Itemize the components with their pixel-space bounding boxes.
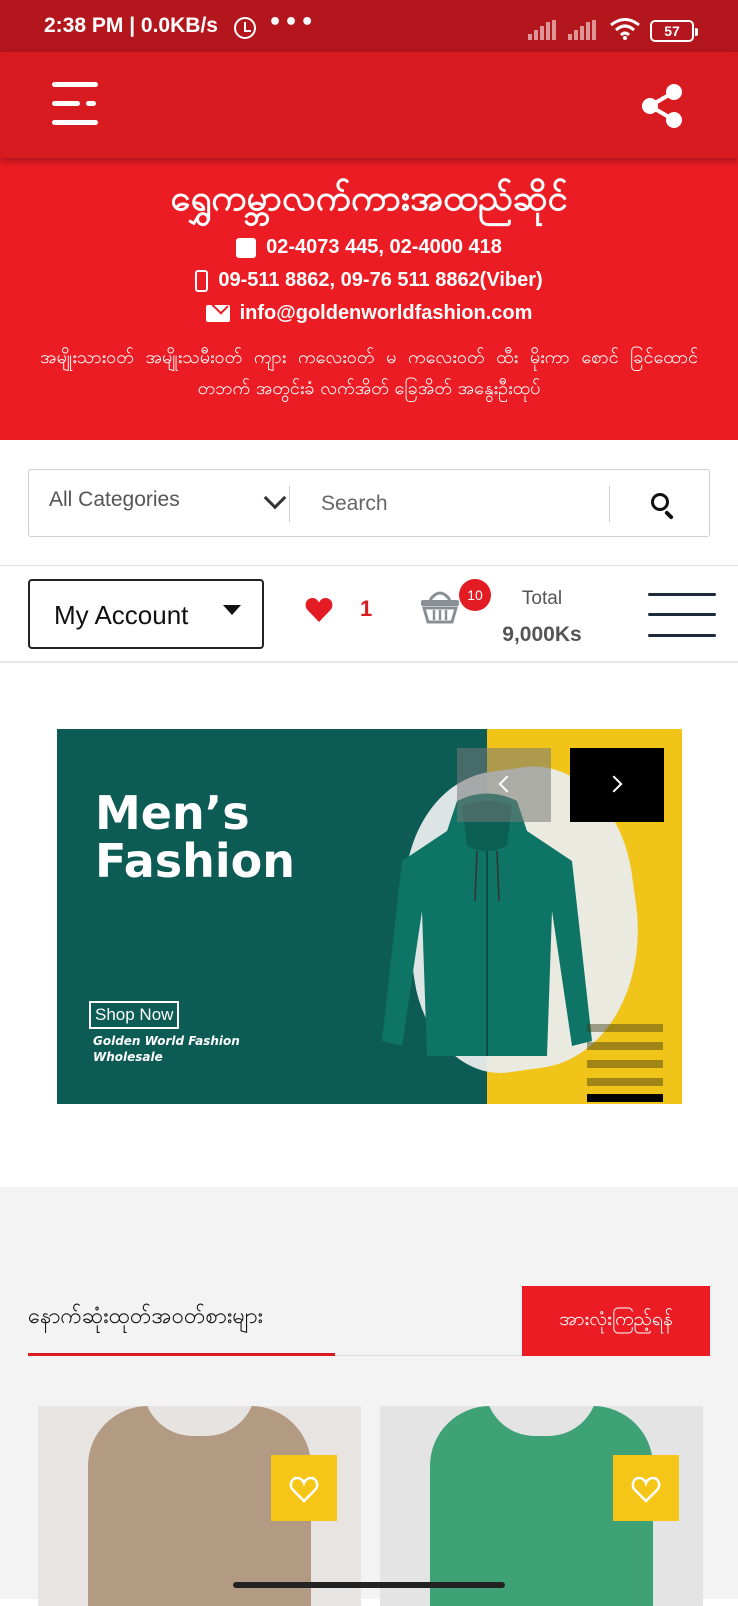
carousel-prev-button[interactable] <box>457 748 551 822</box>
total-value: 9,000Ks <box>502 623 582 646</box>
banner-title: Men’s Fashion <box>95 786 296 888</box>
search-input[interactable] <box>319 484 619 524</box>
my-account-dropdown[interactable]: My Account <box>28 579 264 649</box>
status-bar: 2:38 PM | 0.0KB/s ••• 57 <box>0 0 738 52</box>
shop-header: ရွှေကမ္ဘာလက်ကားအထည်ဆိုင် 02-4073 445, 02… <box>0 158 738 440</box>
product-card[interactable] <box>380 1406 703 1606</box>
category-list-text: အမျိုးသားဝတ် အမျိုးသမီးဝတ် ကျား ကလေးဝတ် … <box>40 347 698 399</box>
search-bar: All Categories <box>28 469 710 537</box>
total-label: Total <box>521 588 563 609</box>
decorative-stripes <box>587 1024 663 1104</box>
heart-outline-icon <box>289 1476 319 1503</box>
divider <box>0 661 738 663</box>
category-select[interactable]: All Categories <box>49 488 180 512</box>
product-card[interactable] <box>38 1406 361 1606</box>
wishlist-count[interactable]: 1 <box>360 596 372 622</box>
email-line[interactable]: info@goldenworldfashion.com <box>0 302 738 325</box>
app-bar <box>0 52 738 158</box>
shop-name: ရွှေကမ္ဘာလက်ကားအထည်ဆိုင် <box>170 178 568 219</box>
divider <box>609 486 610 522</box>
promo-banner[interactable]: Men’s Fashion Shop Now Golden World Fashi… <box>57 729 682 1104</box>
add-to-wishlist-button[interactable] <box>613 1455 679 1521</box>
heart-icon[interactable] <box>305 597 333 623</box>
email-icon <box>205 305 230 322</box>
section-title-underline <box>28 1353 335 1356</box>
my-account-label: My Account <box>54 600 189 630</box>
menu-icon[interactable] <box>52 82 100 126</box>
mobile-icon <box>195 269 209 292</box>
basket-icon[interactable] <box>420 588 460 624</box>
signal-icon <box>528 20 556 40</box>
phone-numbers: 02-4073 445, 02-4000 418 <box>266 236 502 258</box>
status-time: 2:38 PM | 0.0KB/s <box>44 14 218 37</box>
email-address: info@goldenworldfashion.com <box>239 302 533 324</box>
phone-line[interactable]: 02-4073 445, 02-4000 418 <box>0 236 738 259</box>
search-icon <box>651 493 669 511</box>
gesture-nav-bar[interactable] <box>233 1582 505 1588</box>
mobile-line[interactable]: 09-511 8862, 09-76 511 8862(Viber) <box>0 269 738 292</box>
phone-icon <box>236 237 257 258</box>
caret-down-icon <box>223 605 241 615</box>
chevron-down-icon[interactable] <box>263 486 287 510</box>
share-icon[interactable] <box>638 82 686 130</box>
banner-subtitle: Golden World Fashion Wholesale <box>93 1034 240 1064</box>
cart-count-badge: 10 <box>459 579 491 611</box>
chevron-right-icon <box>605 775 623 793</box>
add-to-wishlist-button[interactable] <box>271 1455 337 1521</box>
divider <box>0 565 738 566</box>
alarm-icon <box>234 17 256 39</box>
view-all-button[interactable]: အားလုံးကြည့်ရန် <box>522 1286 710 1356</box>
carousel-next-button[interactable] <box>570 748 664 822</box>
search-button[interactable] <box>629 480 699 528</box>
heart-outline-icon <box>631 1476 661 1503</box>
hamburger-menu-icon[interactable] <box>648 593 716 637</box>
section-title: နောက်ဆုံးထုတ်အဝတ်စားများ <box>28 1304 264 1329</box>
signal-icon <box>568 20 596 40</box>
latest-products-section: နောက်ဆုံးထုတ်အဝတ်စားများ အားလုံးကြည့်ရန် <box>0 1187 738 1606</box>
divider <box>289 486 290 522</box>
jacket-image <box>382 793 592 1056</box>
chevron-left-icon <box>498 775 516 793</box>
wifi-icon <box>610 18 640 40</box>
mobile-numbers: 09-511 8862, 09-76 511 8862(Viber) <box>218 269 543 291</box>
shop-now-button[interactable]: Shop Now <box>89 1001 180 1029</box>
more-notifications-icon: ••• <box>268 10 317 35</box>
battery-icon: 57 <box>650 20 698 42</box>
